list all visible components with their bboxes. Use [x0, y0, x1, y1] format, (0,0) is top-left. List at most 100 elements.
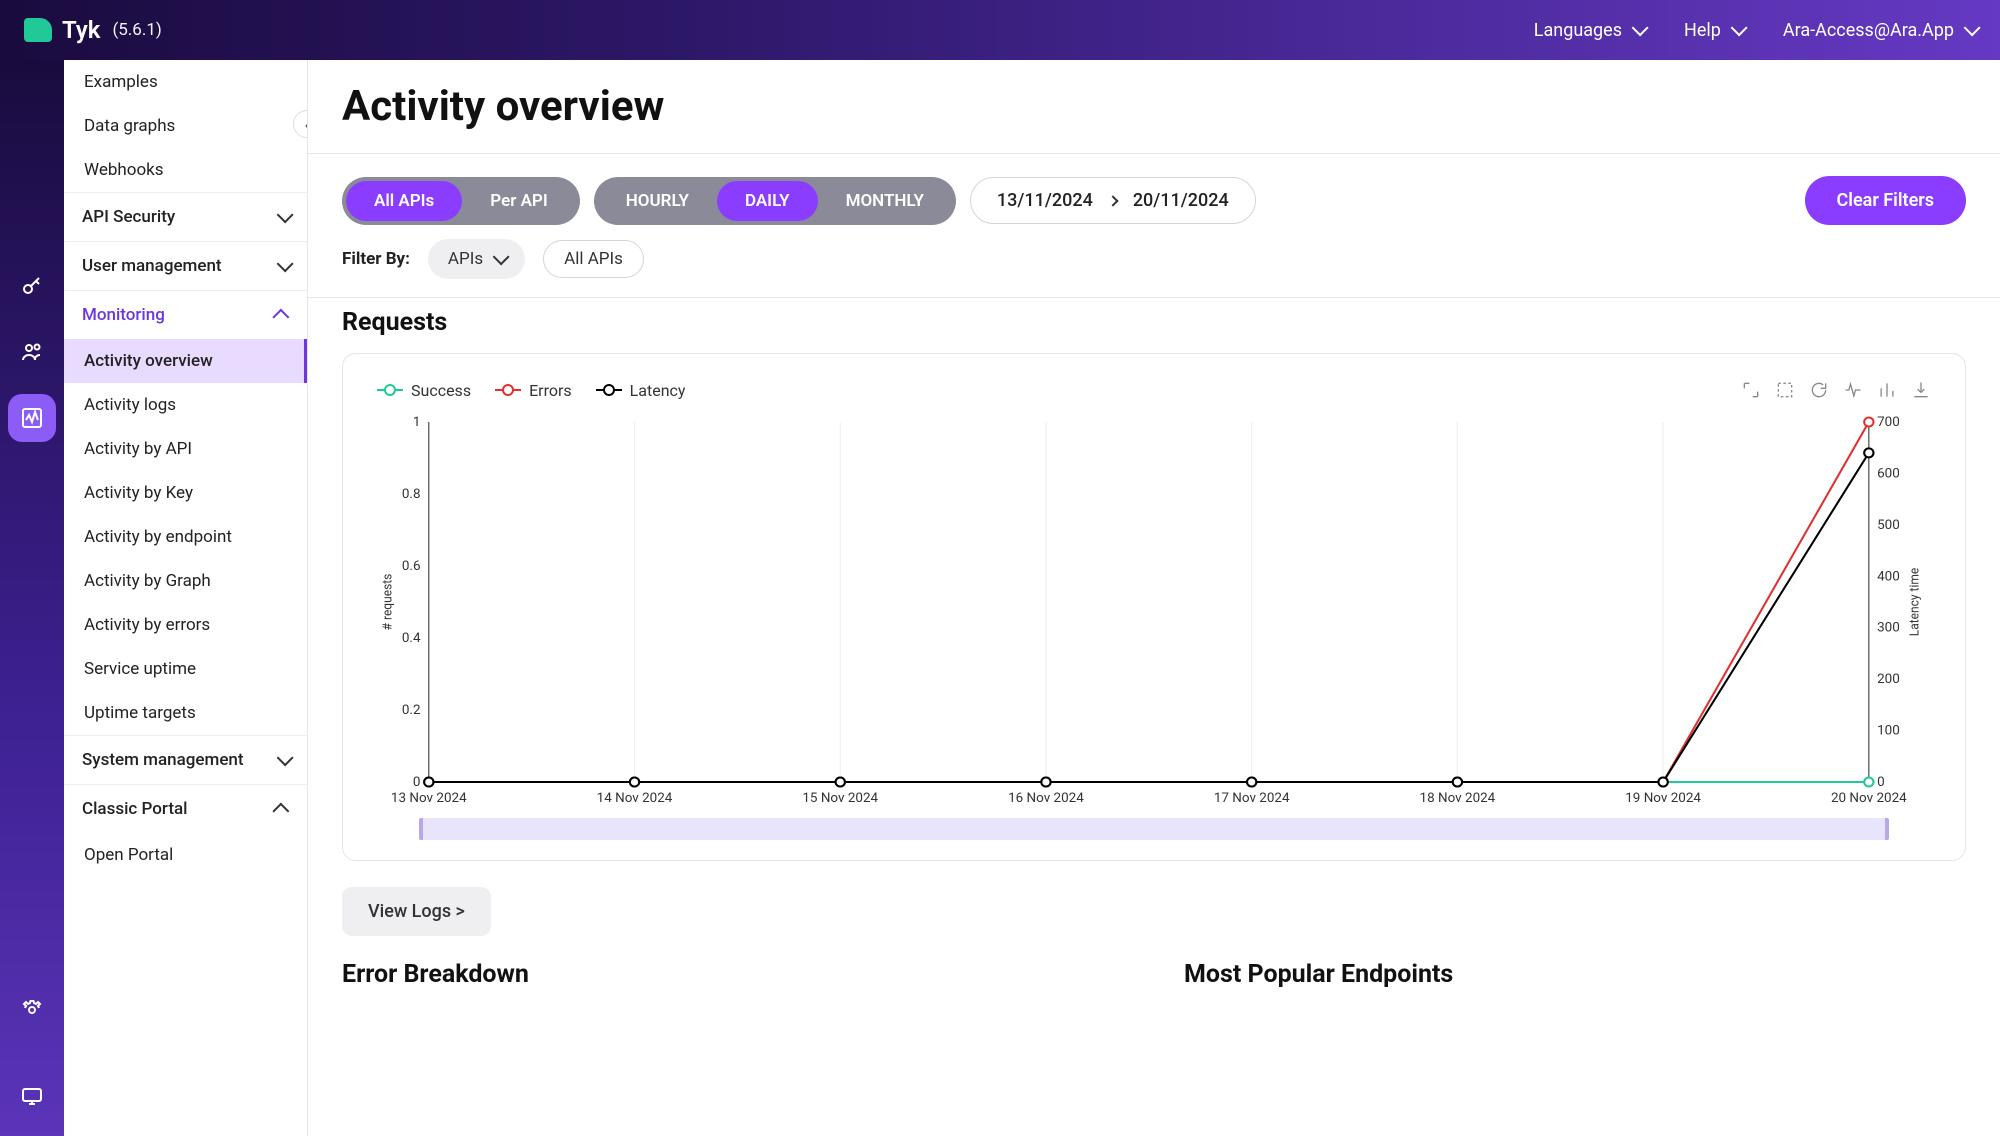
tool-lasso-icon[interactable]	[1775, 380, 1795, 400]
granularity-toggle: HOURLY DAILY MONTHLY	[594, 177, 956, 225]
sidebar-item-uptime-targets[interactable]: Uptime targets	[64, 691, 307, 735]
svg-text:1: 1	[413, 415, 421, 430]
sidebar-item-activity-logs[interactable]: Activity logs	[64, 383, 307, 427]
chevron-up-icon	[272, 309, 289, 326]
chart-tools	[1741, 380, 1931, 400]
view-logs-button[interactable]: View Logs >	[342, 887, 491, 936]
svg-text:400: 400	[1877, 569, 1900, 584]
topbar: Tyk (5.6.1) Languages Help Ara-Access@Ar…	[0, 0, 2000, 60]
svg-text:300: 300	[1877, 621, 1900, 636]
pill-all-apis[interactable]: All APIs	[346, 181, 462, 221]
svg-text:13 Nov 2024: 13 Nov 2024	[391, 791, 467, 806]
legend-label: Success	[411, 381, 471, 400]
user-label: Ara-Access@Ara.App	[1783, 20, 1954, 41]
sidebar-item-examples[interactable]: Examples	[64, 60, 307, 104]
latency-swatch-icon	[596, 389, 622, 391]
monitoring-icon[interactable]	[16, 402, 48, 434]
date-range-picker[interactable]: 13/11/2024 20/11/2024	[970, 177, 1256, 224]
sidebar-item-open-portal[interactable]: Open Portal	[64, 833, 307, 877]
sidebar-item-activity-by-errors[interactable]: Activity by errors	[64, 603, 307, 647]
chart-range-slider[interactable]	[419, 818, 1889, 840]
clear-filters-button[interactable]: Clear Filters	[1805, 176, 1966, 225]
help-menu[interactable]: Help	[1684, 20, 1743, 41]
error-breakdown-title: Error Breakdown	[342, 960, 1124, 989]
filter-dropdown-label: APIs	[448, 249, 483, 269]
languages-label: Languages	[1534, 20, 1622, 41]
svg-text:16 Nov 2024: 16 Nov 2024	[1008, 791, 1084, 806]
users-icon[interactable]	[16, 336, 48, 368]
tool-refresh-icon[interactable]	[1809, 380, 1829, 400]
api-scope-toggle: All APIs Per API	[342, 177, 580, 225]
svg-text:500: 500	[1877, 518, 1900, 533]
filter-tag-all-apis[interactable]: All APIs	[543, 240, 644, 278]
portal-icon[interactable]	[16, 1080, 48, 1112]
user-menu[interactable]: Ara-Access@Ara.App	[1783, 20, 1976, 41]
svg-text:19 Nov 2024: 19 Nov 2024	[1625, 791, 1701, 806]
svg-text:# requests: # requests	[380, 574, 394, 631]
settings-icon[interactable]	[16, 994, 48, 1026]
chevron-up-icon	[272, 803, 289, 820]
tool-pulse-icon[interactable]	[1843, 380, 1863, 400]
sidebar-section-system-management[interactable]: System management	[64, 735, 307, 784]
svg-text:20 Nov 2024: 20 Nov 2024	[1831, 791, 1907, 806]
svg-text:14 Nov 2024: 14 Nov 2024	[597, 791, 673, 806]
sidebar-section-user-management[interactable]: User management	[64, 241, 307, 290]
svg-text:Latency time: Latency time	[1907, 567, 1921, 636]
chevron-down-icon	[1632, 19, 1649, 36]
sidebar-item-activity-by-graph[interactable]: Activity by Graph	[64, 559, 307, 603]
sidebar-item-service-uptime[interactable]: Service uptime	[64, 647, 307, 691]
legend-label: Errors	[529, 381, 572, 400]
svg-text:0: 0	[1877, 775, 1885, 790]
sidebar-section-label: User management	[82, 256, 222, 276]
svg-text:15 Nov 2024: 15 Nov 2024	[802, 791, 878, 806]
logo[interactable]: Tyk	[24, 16, 100, 44]
help-label: Help	[1684, 20, 1721, 41]
main-content: Activity overview All APIs Per API HOURL…	[308, 60, 2000, 1136]
svg-text:0.2: 0.2	[402, 703, 421, 718]
tool-selection-icon[interactable]	[1741, 380, 1761, 400]
sidebar-item-webhooks[interactable]: Webhooks	[64, 148, 307, 192]
languages-menu[interactable]: Languages	[1534, 20, 1644, 41]
sidebar-section-api-security[interactable]: API Security	[64, 192, 307, 241]
sidebar-section-label: API Security	[82, 207, 175, 227]
svg-text:18 Nov 2024: 18 Nov 2024	[1420, 791, 1496, 806]
sidebar-section-monitoring[interactable]: Monitoring	[64, 290, 307, 339]
legend-errors[interactable]: Errors	[495, 381, 572, 400]
svg-text:0.4: 0.4	[402, 631, 421, 646]
sidebar-item-activity-by-key[interactable]: Activity by Key	[64, 471, 307, 515]
sidebar: ‹ Examples Data graphs Webhooks API Secu…	[64, 60, 308, 1136]
pill-per-api[interactable]: Per API	[462, 181, 575, 221]
tool-barchart-icon[interactable]	[1877, 380, 1897, 400]
version-label: (5.6.1)	[112, 20, 161, 40]
requests-chart-card: Success Errors Latency 00.20.40.60.81	[342, 353, 1966, 861]
legend-success[interactable]: Success	[377, 381, 471, 400]
chevron-down-icon	[1731, 19, 1748, 36]
legend-latency[interactable]: Latency	[596, 381, 686, 400]
chevron-down-icon	[277, 749, 294, 766]
chevron-down-icon	[493, 248, 510, 265]
date-to: 20/11/2024	[1133, 190, 1229, 211]
popular-endpoints-title: Most Popular Endpoints	[1184, 960, 1966, 989]
pill-hourly[interactable]: HOURLY	[598, 181, 717, 221]
errors-swatch-icon	[495, 389, 521, 391]
tool-download-icon[interactable]	[1911, 380, 1931, 400]
svg-text:100: 100	[1877, 724, 1900, 739]
filter-apis-dropdown[interactable]: APIs	[428, 239, 525, 279]
pill-monthly[interactable]: MONTHLY	[818, 181, 952, 221]
sidebar-item-activity-by-api[interactable]: Activity by API	[64, 427, 307, 471]
pill-daily[interactable]: DAILY	[717, 181, 818, 221]
key-icon[interactable]	[16, 270, 48, 302]
sidebar-item-datagraphs[interactable]: Data graphs	[64, 104, 307, 148]
svg-text:700: 700	[1877, 415, 1900, 430]
chevron-down-icon	[1964, 19, 1981, 36]
logo-text: Tyk	[62, 16, 100, 44]
requests-chart[interactable]: 00.20.40.60.81010020030040050060070013 N…	[377, 412, 1931, 812]
svg-text:0: 0	[413, 775, 421, 790]
sidebar-section-classic-portal[interactable]: Classic Portal	[64, 784, 307, 833]
chevron-down-icon	[277, 206, 294, 223]
sidebar-item-activity-by-endpoint[interactable]: Activity by endpoint	[64, 515, 307, 559]
sidebar-section-label: Monitoring	[82, 305, 165, 325]
sidebar-item-activity-overview[interactable]: Activity overview	[64, 339, 307, 383]
page-title: Activity overview	[342, 82, 1966, 131]
legend-label: Latency	[630, 381, 686, 400]
